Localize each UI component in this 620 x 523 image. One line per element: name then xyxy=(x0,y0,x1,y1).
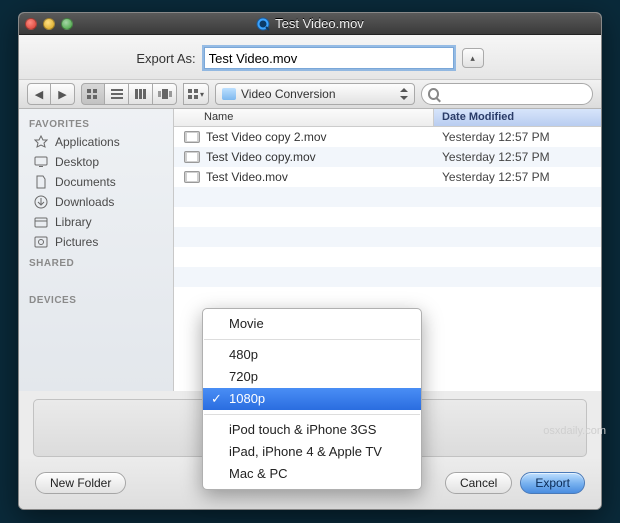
library-icon xyxy=(33,215,49,229)
applications-icon xyxy=(33,135,49,149)
format-option-macpc[interactable]: Mac & PC xyxy=(203,463,421,485)
format-popup-menu: Movie 480p 720p ✓1080p iPod touch & iPho… xyxy=(202,308,422,490)
location-label: Video Conversion xyxy=(241,87,336,101)
file-row[interactable]: Test Video copy 2.mov Yesterday 12:57 PM xyxy=(174,127,601,147)
sidebar-header-devices: DEVICES xyxy=(19,289,173,308)
group-button[interactable]: ▾ xyxy=(183,83,209,105)
group-arrange-segmented: ▾ xyxy=(183,83,209,105)
nav-forward-button[interactable]: ▶ xyxy=(51,83,75,105)
browser-toolbar: ◀ ▶ ▾ Video Conversion xyxy=(19,79,601,109)
menu-separator xyxy=(204,339,420,340)
sidebar-item-applications[interactable]: Applications xyxy=(19,132,173,152)
downloads-icon xyxy=(33,195,49,209)
pictures-icon xyxy=(33,235,49,249)
format-option-movie[interactable]: Movie xyxy=(203,313,421,335)
file-row xyxy=(174,267,601,287)
sidebar-item-downloads[interactable]: Downloads xyxy=(19,192,173,212)
format-option-ipod[interactable]: iPod touch & iPhone 3GS xyxy=(203,419,421,441)
view-icon-button[interactable] xyxy=(81,83,105,105)
file-row xyxy=(174,247,601,267)
sidebar-item-library[interactable]: Library xyxy=(19,212,173,232)
menu-separator xyxy=(204,414,420,415)
export-filename-input[interactable] xyxy=(204,47,454,69)
sidebar-item-documents[interactable]: Documents xyxy=(19,172,173,192)
sidebar: FAVORITES Applications Desktop Documents… xyxy=(19,109,174,391)
sidebar-item-pictures[interactable]: Pictures xyxy=(19,232,173,252)
sidebar-header-shared: SHARED xyxy=(19,252,173,271)
titlebar: Test Video.mov xyxy=(19,13,601,35)
desktop-icon xyxy=(33,155,49,169)
format-option-480p[interactable]: 480p xyxy=(203,344,421,366)
folder-icon xyxy=(222,88,236,100)
export-as-label: Export As: xyxy=(136,51,195,66)
search-icon xyxy=(428,88,439,100)
sidebar-item-desktop[interactable]: Desktop xyxy=(19,152,173,172)
export-button[interactable]: Export xyxy=(520,472,585,494)
search-field[interactable] xyxy=(421,83,593,105)
file-row xyxy=(174,187,601,207)
export-as-row: Export As: ▴ xyxy=(19,35,601,79)
movie-file-icon xyxy=(184,131,200,143)
window-title-text: Test Video.mov xyxy=(275,16,364,31)
window-title: Test Video.mov xyxy=(19,16,601,31)
view-coverflow-button[interactable] xyxy=(153,83,177,105)
watermark: osxdaily.com xyxy=(543,425,606,437)
location-popup[interactable]: Video Conversion xyxy=(215,83,415,105)
nav-back-button[interactable]: ◀ xyxy=(27,83,51,105)
column-headers: Name Date Modified xyxy=(174,109,601,127)
format-option-720p[interactable]: 720p xyxy=(203,366,421,388)
movie-file-icon xyxy=(184,151,200,163)
sidebar-header-favorites: FAVORITES xyxy=(19,113,173,132)
file-row xyxy=(174,207,601,227)
format-option-1080p[interactable]: ✓1080p xyxy=(203,388,421,410)
file-row xyxy=(174,287,601,307)
view-column-button[interactable] xyxy=(129,83,153,105)
checkmark-icon: ✓ xyxy=(211,390,222,408)
file-row[interactable]: Test Video copy.mov Yesterday 12:57 PM xyxy=(174,147,601,167)
quicktime-icon xyxy=(256,17,270,31)
file-row xyxy=(174,227,601,247)
column-name-header[interactable]: Name xyxy=(174,109,434,126)
cancel-button[interactable]: Cancel xyxy=(445,472,512,494)
column-date-header[interactable]: Date Modified xyxy=(434,109,601,126)
format-option-ipad[interactable]: iPad, iPhone 4 & Apple TV xyxy=(203,441,421,463)
file-row[interactable]: Test Video.mov Yesterday 12:57 PM xyxy=(174,167,601,187)
search-input[interactable] xyxy=(443,87,586,101)
new-folder-button[interactable]: New Folder xyxy=(35,472,126,494)
nav-back-forward: ◀ ▶ xyxy=(27,83,75,105)
view-list-button[interactable] xyxy=(105,83,129,105)
movie-file-icon xyxy=(184,171,200,183)
documents-icon xyxy=(33,175,49,189)
expand-dialog-button[interactable]: ▴ xyxy=(462,48,484,68)
view-mode-segmented xyxy=(81,83,177,105)
